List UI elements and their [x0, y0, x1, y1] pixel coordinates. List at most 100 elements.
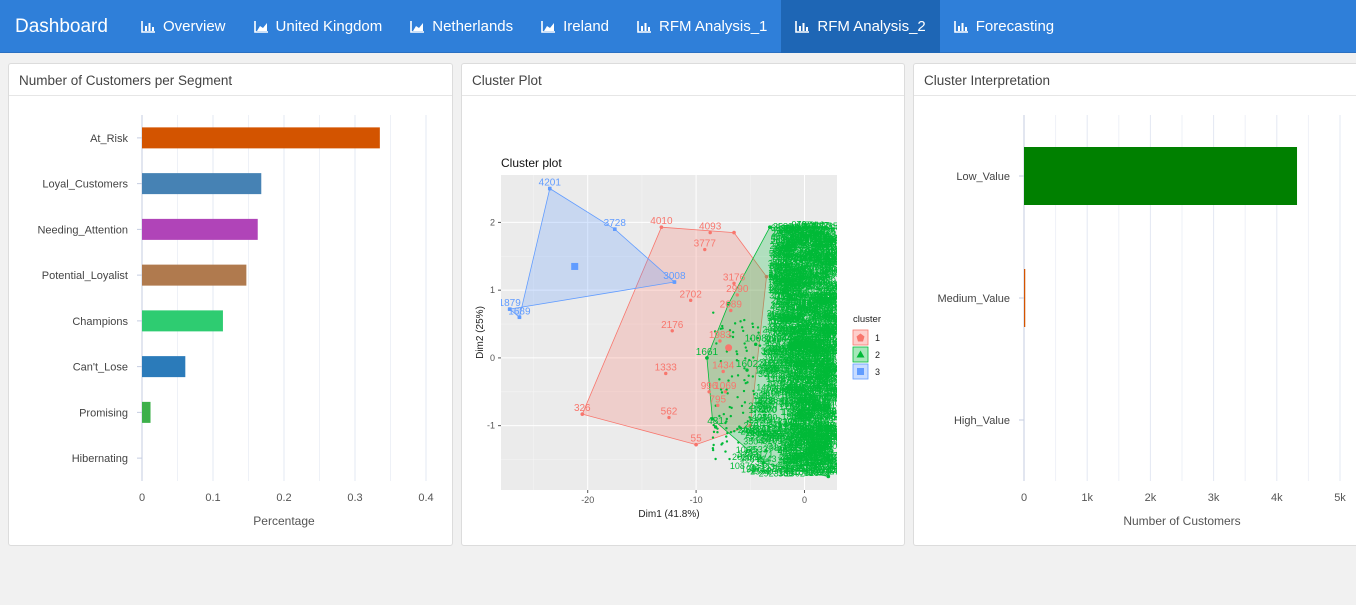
tab-ireland[interactable]: Ireland: [527, 0, 623, 53]
point-label: 2990: [726, 284, 749, 295]
cluster-2-point: [720, 443, 723, 446]
point-label: 3777: [694, 239, 717, 250]
cluster-2-point: 2366: [817, 333, 837, 343]
cluster-2-point: [741, 411, 745, 414]
point-label: 1983: [709, 330, 732, 341]
cluster-2-point: [733, 430, 736, 433]
cluster-3-center: [571, 262, 579, 270]
point-label: 4010: [650, 216, 673, 227]
cluster-2-point: [764, 374, 767, 378]
area-chart-icon: [541, 21, 556, 33]
tab-netherlands[interactable]: Netherlands: [396, 0, 527, 53]
app-title[interactable]: Dashboard: [0, 0, 125, 53]
cluster-2-point: [751, 322, 754, 325]
bar: [1024, 147, 1298, 205]
cluster-2-point: 4044: [815, 352, 835, 362]
cluster-2-point: [730, 375, 734, 378]
bar-chart-icon: [637, 21, 652, 33]
cluster-2-point: [733, 322, 737, 325]
cluster-2-point: [753, 410, 756, 413]
point-label: 1602: [736, 359, 759, 370]
x-tick-label: 1k: [1081, 492, 1093, 504]
x-axis-title: Number of Customers: [1123, 514, 1240, 528]
tab-label: Ireland: [563, 18, 610, 35]
cluster-2-point: [739, 426, 742, 430]
cluster-2-point: [711, 448, 715, 452]
point-label: 562: [661, 407, 678, 418]
point-label: 795: [709, 394, 726, 405]
cluster-2-point: [757, 401, 760, 405]
cluster-2-point: [741, 329, 745, 333]
cluster-2-point: [755, 448, 759, 451]
cluster-2-point: [712, 443, 715, 447]
cluster-2-point: [744, 451, 748, 454]
x-tick-label: 0.4: [418, 492, 433, 504]
cluster-2-point: 1808: [798, 423, 818, 433]
cluster-2-point: 309: [759, 358, 774, 368]
cluster-2-point: 2528: [826, 362, 846, 372]
bar: [142, 264, 247, 286]
x-tick-label: 0: [802, 495, 807, 505]
x-tick-label: 0.2: [276, 492, 291, 504]
point-label: 3008: [663, 271, 686, 282]
cluster-2-point: 3435: [810, 295, 830, 305]
bar: [142, 356, 186, 378]
y-tick-label: Can't_Lose: [73, 362, 128, 374]
cluster-2-point: 1869: [787, 237, 807, 247]
cluster-2-point: 715: [818, 264, 833, 274]
tab-united-kingdom[interactable]: United Kingdom: [240, 0, 397, 53]
tab-label: RFM Analysis_1: [659, 18, 768, 35]
cluster-2-point: [725, 427, 728, 430]
area-chart-icon: [410, 21, 425, 33]
cluster-2-point: [721, 324, 724, 328]
tab-forecasting[interactable]: Forecasting: [940, 0, 1068, 53]
cluster-2-point: 2415: [738, 425, 758, 435]
point-label: 55: [691, 434, 703, 445]
area-chart-icon: [253, 21, 268, 33]
cluster-2-point: [751, 437, 754, 440]
cluster-2-point: [762, 424, 765, 427]
cluster-2-point: [724, 450, 727, 453]
cluster-2-point: [741, 430, 744, 433]
bar-chart-icon: [953, 21, 968, 33]
cluster-2-point: [763, 364, 766, 367]
interpretation-panel: Cluster Interpretation 0 1k 2k 3k 4k 5k Low_Va…: [913, 63, 1356, 546]
y-tick-label: Needing_Attention: [37, 224, 128, 236]
cluster-2-point: [764, 349, 768, 353]
point-label: 1689: [508, 306, 531, 317]
legend-label: 3: [875, 367, 880, 377]
interpretation-chart: 0 1k 2k 3k 4k 5k Low_Value Medium_Value High_Val…: [937, 115, 1346, 528]
cluster-2-point: [756, 326, 760, 329]
panel-title: Number of Customers per Segment: [9, 64, 452, 96]
bar: [142, 401, 151, 423]
cluster-2-point: [725, 435, 728, 438]
cluster-2-point: [758, 430, 761, 433]
cluster-plot-title: Cluster plot: [501, 156, 562, 170]
cluster-2-point: 4069: [826, 412, 846, 422]
cluster-2-point: [747, 374, 750, 377]
tab-overview[interactable]: Overview: [127, 0, 240, 53]
cluster-2-point: [722, 412, 726, 416]
cluster-2-point: [740, 326, 744, 329]
y-tick-label: -1: [487, 421, 495, 431]
cluster-2-point: 506: [769, 249, 784, 259]
tab-rfm-analysis-1[interactable]: RFM Analysis_1: [623, 0, 781, 53]
cluster-2-point: 2249: [792, 279, 812, 289]
cluster-2-point: 2622: [773, 275, 793, 285]
cluster-2-point: [711, 436, 715, 439]
y-tick-label: Loyal_Customers: [42, 179, 128, 191]
hull-vertex: [732, 230, 736, 235]
cluster-2-point: 1366: [801, 411, 821, 421]
y-tick-label: 0: [490, 353, 495, 363]
cluster-2-point: [731, 335, 735, 339]
cluster-2-point: [712, 311, 715, 314]
cluster-2-point: [763, 392, 767, 395]
cluster-2-point: 1570: [798, 453, 818, 463]
cluster-2-point: [714, 457, 717, 461]
tab-label: Forecasting: [975, 18, 1055, 35]
tab-rfm-analysis-2[interactable]: RFM Analysis_2: [781, 0, 940, 53]
cluster-2-point: [715, 342, 718, 345]
point-label: 2702: [680, 289, 703, 300]
bar-chart-icon: [141, 21, 155, 33]
cluster-2-point: [762, 441, 765, 444]
